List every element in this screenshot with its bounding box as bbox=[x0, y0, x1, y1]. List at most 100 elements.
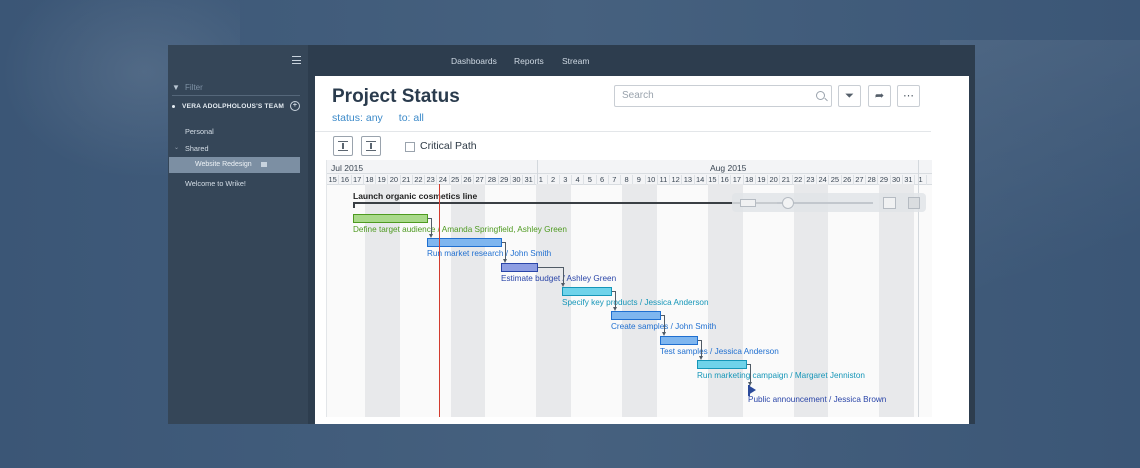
nav-stream[interactable]: Stream bbox=[562, 56, 589, 66]
dependency-link bbox=[747, 364, 751, 383]
sidebar-item-label: Website Redesign bbox=[195, 161, 252, 168]
chevron-down-icon[interactable]: ⌄ bbox=[174, 144, 179, 151]
fit-icon[interactable] bbox=[883, 197, 896, 209]
task-bar[interactable] bbox=[611, 311, 661, 320]
zoom-control bbox=[732, 193, 926, 212]
weekend-band bbox=[891, 184, 914, 417]
to-filter[interactable]: to: all bbox=[399, 112, 424, 124]
weekend-band bbox=[462, 184, 486, 417]
day-tick-label: 15 bbox=[327, 175, 340, 185]
day-tick-label: 27 bbox=[854, 175, 866, 185]
dependency-link bbox=[698, 340, 702, 357]
search-input[interactable]: Search bbox=[614, 85, 832, 107]
day-tick-label: 22 bbox=[413, 175, 425, 185]
day-tick-label: 26 bbox=[842, 175, 854, 185]
day-tick-label: 21 bbox=[780, 175, 793, 185]
day-tick-label: 14 bbox=[695, 175, 707, 185]
task-bar[interactable] bbox=[697, 360, 747, 369]
filter-icon: ⏷ bbox=[845, 90, 854, 102]
day-tick-label: 28 bbox=[866, 175, 879, 185]
main-panel: Project Status status: any to: all Search… bbox=[315, 76, 969, 424]
zoom-out-icon[interactable] bbox=[740, 199, 756, 207]
timeline-header: Jul 2015 Aug 2015 15 16 17 18 19 20 21 22 23 24 25… bbox=[327, 160, 932, 185]
day-tick-label: 20 bbox=[768, 175, 781, 185]
day-tick-label: 17 bbox=[352, 175, 364, 185]
add-icon[interactable]: + bbox=[290, 101, 300, 111]
project-summary-bar[interactable] bbox=[353, 202, 797, 204]
day-tick-label: 16 bbox=[339, 175, 352, 185]
project-label: Launch organic cosmetics line bbox=[353, 191, 478, 201]
share-button[interactable]: ➦ bbox=[868, 85, 891, 107]
day-tick-label: 7 bbox=[609, 175, 621, 185]
day-tick-label: 13 bbox=[682, 175, 695, 185]
sidebar-item-website-redesign[interactable]: Website Redesign bbox=[169, 157, 300, 173]
filter-field[interactable]: ▼ Filter bbox=[172, 81, 300, 96]
page-title: Project Status bbox=[332, 86, 460, 107]
gantt-chart: Jul 2015 Aug 2015 15 16 17 18 19 20 21 22 23 24 25… bbox=[326, 160, 932, 417]
dependency-link bbox=[502, 242, 506, 260]
task-bar[interactable] bbox=[660, 336, 698, 345]
filter-placeholder: Filter bbox=[185, 83, 203, 92]
dependency-link bbox=[538, 267, 564, 284]
task-bar[interactable] bbox=[562, 287, 612, 296]
month-label: Aug 2015 bbox=[710, 163, 747, 173]
sidebar-item-shared[interactable]: Shared bbox=[185, 144, 209, 153]
share-icon: ➦ bbox=[874, 90, 885, 102]
expand-button[interactable] bbox=[333, 136, 353, 156]
dependency-link bbox=[428, 218, 432, 235]
day-tick-label: 23 bbox=[425, 175, 438, 185]
team-name: VERA ADOLPHOLOUS'S TEAM bbox=[182, 103, 285, 110]
milestone-label: Public announcement / Jessica Brown bbox=[748, 395, 887, 404]
task-label: Test samples / Jessica Anderson bbox=[660, 347, 779, 356]
day-tick-label: 31 bbox=[523, 175, 536, 185]
expand-icon bbox=[338, 141, 348, 142]
team-header[interactable]: VERA ADOLPHOLOUS'S TEAM + bbox=[172, 101, 300, 111]
folder-icon bbox=[261, 162, 267, 167]
critical-path-label: Critical Path bbox=[420, 140, 477, 152]
search-placeholder: Search bbox=[622, 90, 654, 101]
day-tick-label: 5 bbox=[584, 175, 597, 185]
sidebar-item-welcome[interactable]: Welcome to Wrike! bbox=[185, 179, 246, 188]
divider bbox=[315, 131, 931, 132]
nav-reports[interactable]: Reports bbox=[514, 56, 544, 66]
day-tick-label: 30 bbox=[511, 175, 523, 185]
day-tick-label: 1 bbox=[915, 175, 928, 185]
filter-button[interactable]: ⏷ bbox=[838, 85, 861, 107]
menu-icon[interactable] bbox=[292, 56, 301, 64]
dependency-link bbox=[612, 291, 616, 308]
critical-path-checkbox[interactable] bbox=[405, 142, 415, 152]
task-bar[interactable] bbox=[353, 214, 428, 223]
day-tick-label: 21 bbox=[401, 175, 413, 185]
status-filter[interactable]: status: any bbox=[332, 112, 383, 124]
team-dot-icon bbox=[172, 104, 175, 108]
nav-dashboards[interactable]: Dashboards bbox=[451, 56, 497, 66]
task-bar[interactable] bbox=[501, 263, 538, 272]
filter-icon: ▼ bbox=[172, 83, 180, 92]
day-tick-label: 25 bbox=[829, 175, 842, 185]
filters-line: status: any to: all bbox=[332, 112, 440, 124]
task-label: Specify key products / Jessica Anderson bbox=[562, 298, 709, 307]
top-navigation: Dashboards Reports Stream bbox=[308, 45, 975, 76]
search-icon bbox=[816, 91, 825, 100]
collapse-icon bbox=[366, 141, 376, 142]
task-label: Run marketing campaign / Margaret Jennis… bbox=[697, 371, 865, 380]
sidebar-item-personal[interactable]: Personal bbox=[185, 127, 214, 136]
more-icon: ⋯ bbox=[903, 90, 914, 102]
zoom-slider-handle[interactable] bbox=[782, 197, 794, 209]
day-tick-label: 19 bbox=[756, 175, 768, 185]
milestone-flag-icon[interactable] bbox=[748, 385, 756, 395]
weekend-band bbox=[805, 184, 829, 417]
dependency-link bbox=[661, 315, 665, 333]
collapse-button[interactable] bbox=[361, 136, 381, 156]
task-label: Define target audience / Amanda Springfi… bbox=[353, 225, 567, 234]
summary-start-cap bbox=[353, 202, 355, 208]
month-label: Jul 2015 bbox=[331, 163, 364, 173]
day-tick-label: 6 bbox=[597, 175, 609, 185]
day-tick-label: 29 bbox=[499, 175, 511, 185]
day-tick-label: 11 bbox=[658, 175, 670, 185]
fullscreen-icon[interactable] bbox=[908, 197, 920, 209]
task-label: Run market research / John Smith bbox=[427, 249, 552, 258]
more-button[interactable]: ⋯ bbox=[897, 85, 920, 107]
day-tick-label: 4 bbox=[572, 175, 585, 185]
day-tick-label: 18 bbox=[744, 175, 756, 185]
